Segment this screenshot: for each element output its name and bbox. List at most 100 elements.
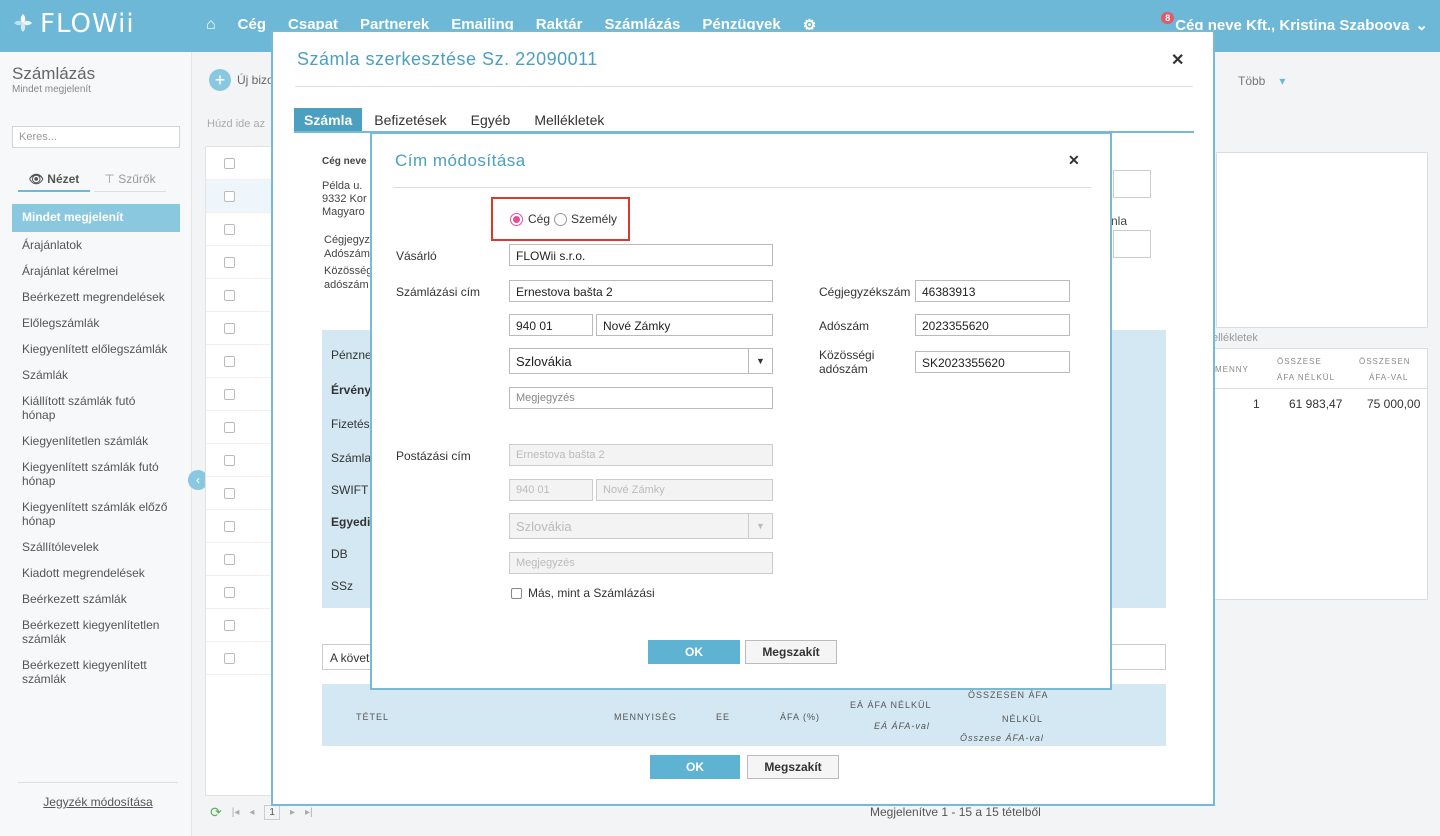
row-checkbox[interactable] [224, 422, 235, 433]
buyer-label: Vásárló [396, 249, 437, 263]
invoice-cancel-button[interactable]: Megszakít [747, 755, 839, 779]
billing-street-input[interactable]: Ernestova bašta 2 [509, 280, 773, 302]
sidebar-item[interactable]: Szállítólevelek [12, 534, 180, 560]
row-checkbox[interactable] [224, 455, 235, 466]
eu-tax-input[interactable]: SK2023355620 [915, 351, 1070, 373]
sidebar-item[interactable]: Számlák [12, 362, 180, 388]
sidebar-item[interactable]: Kiegyenlített előlegszámlák [12, 336, 180, 362]
sidebar-item[interactable]: Kiállított számlák futó hónap [12, 388, 180, 428]
table-row[interactable] [206, 180, 274, 213]
col-total-net-2: ÁFA NÉLKÜL [1277, 373, 1336, 382]
app-logo[interactable]: FLOWii [12, 9, 135, 39]
reg-number-input[interactable]: 46383913 [915, 280, 1070, 302]
row-checkbox[interactable] [224, 356, 235, 367]
sidebar-item[interactable]: Beérkezett kiegyenlített számlák [12, 652, 180, 692]
radio-person-label[interactable]: Személy [571, 212, 617, 226]
different-address-label[interactable]: Más, mint a Számlázási [528, 586, 655, 600]
table-row[interactable] [206, 279, 274, 312]
table-row[interactable] [206, 444, 274, 477]
edit-list-link[interactable]: Jegyzék módosítása [18, 782, 178, 809]
table-row[interactable] [206, 576, 274, 609]
address-ok-button[interactable]: OK [648, 640, 740, 664]
sidebar-list: Mindet megjelenít Árajánlatok Árajánlat … [12, 204, 180, 692]
row-checkbox[interactable] [224, 554, 235, 565]
billing-city-input[interactable]: Nové Zámky [596, 314, 773, 336]
radio-company-label[interactable]: Cég [528, 212, 550, 226]
row-checkbox[interactable] [224, 488, 235, 499]
table-row[interactable] [206, 345, 274, 378]
table-row[interactable] [206, 312, 274, 345]
close-icon[interactable]: ✕ [1068, 152, 1080, 169]
sidebar-item[interactable]: Előlegszámlák [12, 310, 180, 336]
close-icon[interactable]: ✕ [1171, 50, 1184, 70]
invoice-ok-button[interactable]: OK [650, 755, 740, 779]
eu-tax-label: Közösség [324, 265, 373, 277]
table-row[interactable] [206, 510, 274, 543]
dropdown-arrow-icon: ▼ [748, 514, 772, 538]
logo-text: FLOWii [40, 9, 135, 39]
col-total-gross: ÖSSZESEN [1359, 357, 1411, 366]
page-number[interactable]: 1 [264, 805, 280, 820]
table-row[interactable] [206, 213, 274, 246]
sidebar-item[interactable]: Beérkezett megrendelések [12, 284, 180, 310]
row-checkbox[interactable] [224, 521, 235, 532]
sidebar-item[interactable]: Kiadott megrendelések [12, 560, 180, 586]
more-dropdown[interactable]: Több ▾ [1238, 74, 1285, 88]
tab-invoice[interactable]: Számla [294, 108, 363, 132]
table-row[interactable] [206, 609, 274, 642]
tab-view[interactable]: 👁 Nézet [18, 168, 90, 192]
tab-payments[interactable]: Befizetések [362, 108, 458, 132]
sidebar-item[interactable]: Kiegyenlített számlák előző hónap [12, 494, 180, 534]
sidebar-item[interactable]: Beérkezett számlák [12, 586, 180, 612]
table-row[interactable] [206, 378, 274, 411]
tab-filters[interactable]: ⊤ Szűrők [94, 168, 166, 192]
sidebar-item-all[interactable]: Mindet megjelenít [12, 204, 180, 232]
table-row[interactable] [206, 411, 274, 444]
radio-company[interactable] [510, 213, 523, 226]
nav-item-ceg[interactable]: Cég [238, 16, 266, 34]
row-checkbox[interactable] [224, 323, 235, 334]
table-row[interactable] [206, 477, 274, 510]
sidebar-item[interactable]: Árajánlatok [12, 232, 180, 258]
tab-other[interactable]: Egyéb [459, 108, 523, 132]
table-row[interactable] [206, 246, 274, 279]
row-checkbox[interactable] [224, 290, 235, 301]
reg-label: Cégjegyz [324, 234, 370, 246]
refresh-icon[interactable]: ⟳ [210, 804, 222, 821]
sidebar-search-input[interactable]: Keres... [12, 126, 180, 148]
radio-person[interactable] [554, 213, 567, 226]
buyer-input[interactable]: FLOWii s.r.o. [509, 244, 773, 266]
table-row[interactable] [206, 642, 274, 675]
billing-note-input[interactable]: Megjegyzés [509, 387, 773, 409]
last-page-icon[interactable]: ▸| [305, 807, 313, 818]
items-table-header: TÉTEL MENNYISÉG EE ÁFA (%) EÁ ÁFA NÉLKÜL… [322, 684, 1166, 746]
different-address-checkbox[interactable] [511, 588, 522, 599]
sidebar-item[interactable]: Beérkezett kiegyenlítetlen számlák [12, 612, 180, 652]
next-page-icon[interactable]: ▸ [290, 807, 295, 818]
select-all-checkbox[interactable] [224, 158, 235, 169]
home-icon[interactable]: ⌂ [206, 16, 216, 34]
row-checkbox[interactable] [224, 620, 235, 631]
row-checkbox[interactable] [224, 191, 235, 202]
postal-country-select: Szlovákia ▼ [509, 513, 773, 539]
row-checkbox[interactable] [224, 257, 235, 268]
header-input[interactable] [1113, 170, 1151, 198]
tab-attachments[interactable]: Mellékletek [522, 108, 616, 132]
row-checkbox[interactable] [224, 653, 235, 664]
billing-zip-input[interactable]: 940 01 [509, 314, 593, 336]
address-line: Példa u. [322, 180, 363, 192]
address-cancel-button[interactable]: Megszakít [745, 640, 837, 664]
row-checkbox[interactable] [224, 224, 235, 235]
sidebar-item[interactable]: Kiegyenlítetlen számlák [12, 428, 180, 454]
new-document-button[interactable]: + Új bizo [209, 69, 274, 91]
sidebar-item[interactable]: Árajánlat kérelmei [12, 258, 180, 284]
prev-page-icon[interactable]: ◂ [249, 807, 254, 818]
header-input[interactable] [1113, 230, 1151, 258]
first-page-icon[interactable]: |◂ [232, 807, 240, 818]
tax-number-input[interactable]: 2023355620 [915, 314, 1070, 336]
row-checkbox[interactable] [224, 587, 235, 598]
row-checkbox[interactable] [224, 389, 235, 400]
billing-country-select[interactable]: Szlovákia ▼ [509, 348, 773, 374]
table-row[interactable] [206, 543, 274, 576]
sidebar-item[interactable]: Kiegyenlített számlák futó hónap [12, 454, 180, 494]
